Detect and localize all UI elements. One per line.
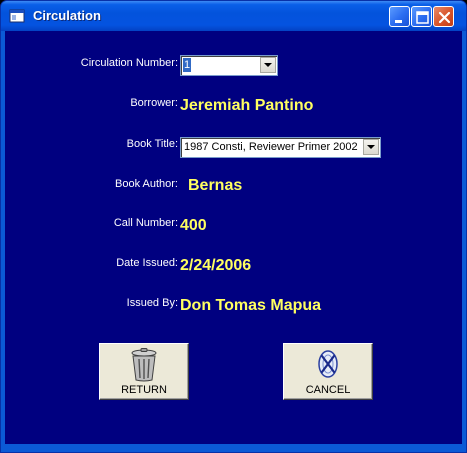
chevron-down-icon: [367, 145, 375, 149]
app-window-icon: [9, 9, 25, 23]
title-bar[interactable]: Circulation: [1, 1, 466, 31]
circulation-number-dropdown-button[interactable]: [260, 57, 276, 73]
window-title: Circulation: [33, 8, 101, 23]
call-number-value: 400: [180, 217, 207, 234]
issued-by-value: Don Tomas Mapua: [180, 297, 322, 314]
book-title-value: 1987 Consti, Reviewer Primer 2002: [184, 141, 358, 153]
chevron-down-icon: [264, 63, 272, 67]
cancel-button[interactable]: CANCEL: [283, 343, 373, 400]
maximize-icon: [416, 11, 429, 24]
borrower-value: Jeremiah Pantino: [180, 97, 314, 114]
book-title-label: Book Title:: [126, 138, 178, 150]
circulation-number-label: Circulation Number:: [80, 57, 178, 69]
book-title-dropdown-button[interactable]: [363, 139, 379, 155]
date-issued-label: Date Issued:: [116, 257, 178, 269]
issued-by-label: Issued By:: [126, 297, 178, 309]
book-author-value: Bernas: [188, 177, 243, 194]
minimize-button[interactable]: [389, 6, 410, 27]
borrower-label: Borrower:: [130, 97, 178, 109]
maximize-button[interactable]: [411, 6, 432, 27]
close-button[interactable]: [433, 6, 454, 27]
return-button[interactable]: RETURN: [99, 343, 189, 400]
close-icon: [438, 11, 451, 24]
cancel-button-label: CANCEL: [305, 384, 351, 396]
trash-can-icon: [131, 348, 157, 382]
circulation-window: Circulation Circulation Number: 1 Borrow…: [0, 0, 467, 453]
form-area: Circulation Number: 1 Borrower: Jeremiah…: [5, 31, 462, 444]
book-author-label: Book Author:: [115, 178, 178, 190]
minimize-icon: [395, 20, 402, 23]
book-title-combo[interactable]: 1987 Consti, Reviewer Primer 2002: [180, 137, 381, 158]
call-number-label: Call Number:: [113, 217, 178, 229]
circulation-number-combo[interactable]: 1: [180, 55, 278, 76]
cancel-x-icon: [318, 350, 338, 378]
date-issued-value: 2/24/2006: [180, 257, 252, 274]
return-button-label: RETURN: [121, 384, 167, 396]
circulation-number-value: 1: [183, 58, 192, 72]
